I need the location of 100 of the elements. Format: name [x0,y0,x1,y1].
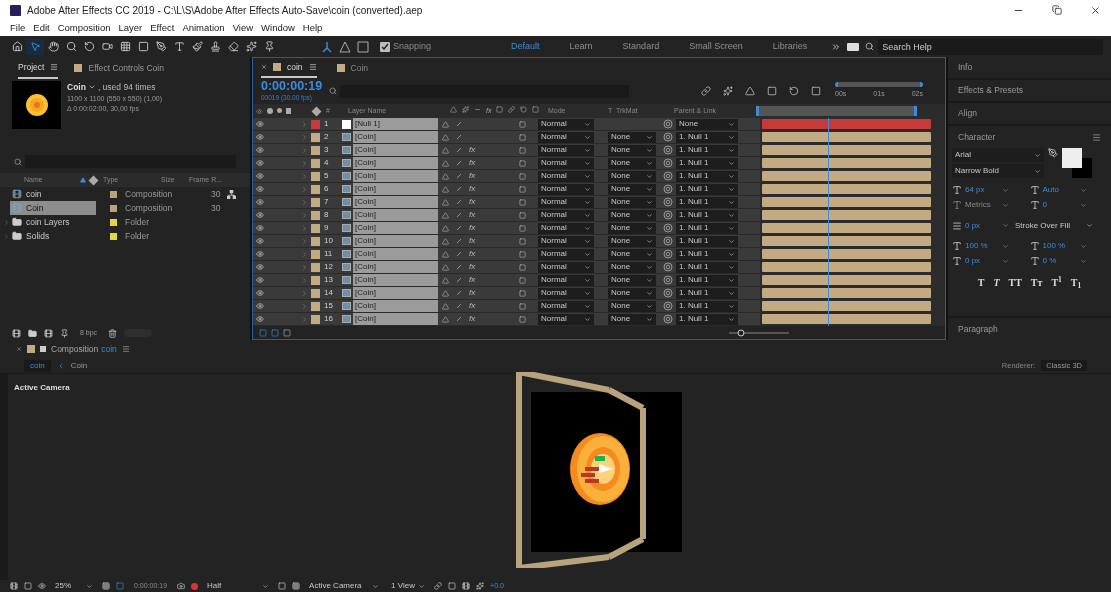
graph-editor-icon[interactable] [811,86,821,96]
visibility-icon[interactable] [256,198,264,206]
label-swatch[interactable] [311,262,320,272]
track-matte-dropdown[interactable]: None [608,222,656,234]
track-matte-dropdown[interactable]: None [608,157,656,169]
timeline-tab[interactable]: Coin [336,58,369,78]
layer-name[interactable]: [Coin] [353,196,438,208]
eyedropper-icon[interactable] [1048,148,1058,158]
timeline-icon[interactable] [448,582,457,590]
fx-label[interactable]: fx [469,157,477,169]
workspace-toggle-icon[interactable] [847,42,860,51]
label-swatch[interactable] [311,210,320,220]
layer-name[interactable]: [Coin] [353,300,438,312]
region-of-interest-icon[interactable] [116,582,124,590]
fx-label[interactable]: fx [469,248,477,260]
parent-dropdown[interactable]: 1. Null 1 [676,300,738,312]
fx-label[interactable]: fx [469,300,477,312]
visibility-icon[interactable] [256,276,264,284]
menu-item[interactable]: Animation [182,20,225,36]
frame-blending-icon[interactable] [767,86,777,96]
workspace-tab[interactable]: Small Screen [689,39,743,54]
parent-dropdown[interactable]: 1. Null 1 [676,274,738,286]
delete-icon[interactable] [108,328,118,338]
work-area-bar[interactable] [835,82,923,88]
layer-name[interactable]: [Coin] [353,170,438,182]
menu-icon[interactable] [1092,132,1101,142]
visibility-icon[interactable] [256,172,264,180]
label-swatch[interactable] [110,190,117,198]
label-swatch[interactable] [110,204,117,212]
selection-tool-icon[interactable] [26,38,44,55]
menu-item[interactable]: Window [261,20,295,36]
channel-icon[interactable] [191,582,199,590]
track-matte-dropdown[interactable]: None [608,131,656,143]
search-help-field[interactable]: Search Help [878,38,1103,55]
transfer-controls-icon[interactable] [271,328,279,337]
render-queue-icon[interactable] [60,328,69,338]
label-swatch[interactable] [311,223,320,233]
track-matte-dropdown[interactable]: None [608,313,656,325]
mode-dropdown[interactable]: Normal [538,287,594,299]
snapshot-icon[interactable] [177,582,186,590]
fx-label[interactable]: fx [469,144,477,156]
label-swatch[interactable] [311,275,320,285]
parent-dropdown[interactable]: 1. Null 1 [676,209,738,221]
layer-name[interactable]: [Coin] [353,222,438,234]
track-matte-dropdown[interactable]: None [608,261,656,273]
fast-previews-icon[interactable] [278,582,287,590]
menu-item[interactable]: Help [302,20,323,36]
fx-label[interactable]: fx [469,235,477,247]
visibility-icon[interactable] [256,237,264,245]
menu-item[interactable]: Effect [150,20,175,36]
fx-label[interactable]: fx [469,196,477,208]
font-style-dropdown[interactable]: Narrow Bold [952,164,1044,178]
mode-dropdown[interactable]: Normal [538,209,594,221]
visibility-icon[interactable] [256,120,264,128]
label-swatch[interactable] [311,171,320,181]
track-matte-dropdown[interactable]: None [608,196,656,208]
mode-dropdown[interactable]: Normal [538,170,594,182]
layer-name[interactable]: [Coin] [353,287,438,299]
layer-name[interactable]: [Coin] [353,274,438,286]
label-swatch[interactable] [311,236,320,246]
view-axis-icon[interactable] [357,40,369,53]
menu-item[interactable]: View [232,20,254,36]
label-swatch[interactable] [311,184,320,194]
text-format-button[interactable]: Tт [1030,275,1043,290]
parent-dropdown[interactable]: 1. Null 1 [676,131,738,143]
workspace-tab[interactable]: Libraries [772,39,808,54]
timeline-tab[interactable]: coin [261,58,317,78]
menu-icon[interactable] [308,63,317,71]
fx-label[interactable]: fx [469,170,477,182]
label-swatch[interactable] [311,288,320,298]
project-item[interactable]: Solids [10,229,96,243]
parent-dropdown[interactable]: 1. Null 1 [676,196,738,208]
parent-dropdown[interactable]: 1. Null 1 [676,313,738,325]
parent-dropdown[interactable]: 1. Null 1 [676,235,738,247]
mode-dropdown[interactable]: Normal [538,157,594,169]
layer-name[interactable]: [Coin] [353,144,438,156]
layer-name[interactable]: [Coin] [353,183,438,195]
fx-label[interactable]: fx [469,222,477,234]
parent-dropdown[interactable]: 1. Null 1 [676,222,738,234]
mode-dropdown[interactable]: Normal [538,313,594,325]
visibility-icon[interactable] [256,302,264,310]
track-matte-dropdown[interactable]: None [608,183,656,195]
mask-visibility-icon[interactable] [38,582,46,590]
layer-name[interactable]: [Coin] [353,261,438,273]
visibility-icon[interactable] [256,133,264,141]
label-swatch[interactable] [311,132,320,142]
mode-dropdown[interactable]: Normal [538,248,594,260]
axis-icon[interactable] [321,40,333,53]
fx-label[interactable]: fx [469,209,477,221]
visibility-icon[interactable] [256,146,264,154]
parent-dropdown[interactable]: 1. Null 1 [676,287,738,299]
layer-name[interactable]: [Coin] [353,131,438,143]
mode-dropdown[interactable]: Normal [538,300,594,312]
menu-icon[interactable] [121,345,130,353]
workspace-tab[interactable]: Standard [622,39,660,54]
new-folder-icon[interactable] [28,328,37,338]
layer-name[interactable]: [Coin] [353,157,438,169]
layer-name[interactable]: [Coin] [353,235,438,247]
menu-item[interactable]: Edit [33,20,50,36]
visibility-icon[interactable] [256,263,264,271]
